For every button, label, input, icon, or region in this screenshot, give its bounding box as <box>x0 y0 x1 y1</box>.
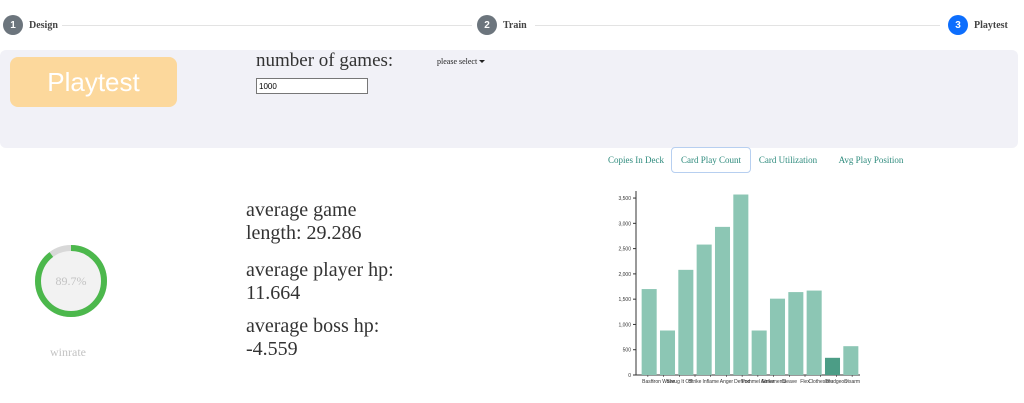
step-number: 3 <box>948 15 968 35</box>
stat-value: length: 29.286 <box>246 222 362 244</box>
bar <box>824 357 841 375</box>
y-tick-label: 0 <box>628 373 631 379</box>
bar <box>678 269 694 375</box>
y-tick-label: 1,000 <box>618 322 631 328</box>
bar <box>843 346 859 375</box>
x-tick-label: Anger <box>720 379 734 385</box>
y-tick-label: 3,500 <box>618 196 631 202</box>
step-train[interactable]: 2 Train <box>477 15 527 35</box>
step-design[interactable]: 1 Design <box>3 15 58 35</box>
tab-card-utilization[interactable]: Card Utilization <box>756 147 820 173</box>
x-tick-label: Disarm <box>844 379 860 385</box>
y-tick-label: 3,000 <box>618 221 631 227</box>
dropdown-label: please select <box>437 57 478 66</box>
bar <box>641 289 657 375</box>
stat-label: average boss hp: <box>246 315 380 337</box>
bar <box>788 292 804 375</box>
bar <box>806 290 822 375</box>
winrate-label: winrate <box>50 345 86 359</box>
step-number: 2 <box>477 15 497 35</box>
bar <box>659 330 676 375</box>
agent-dropdown[interactable]: please select <box>437 57 486 66</box>
stat-game-length: average game length: 29.286 <box>246 199 436 245</box>
winrate-value: 89.7% <box>55 273 87 288</box>
bar <box>714 226 731 375</box>
caret-down-icon <box>479 60 486 63</box>
playtest-controls: Playtest number of games: please select <box>0 50 1018 148</box>
y-tick-label: 2,000 <box>618 272 631 278</box>
tab-avg-play-position[interactable]: Avg Play Position <box>833 147 909 173</box>
card-play-count-chart: 05001,0001,5002,0002,5003,0003,500BashIr… <box>618 191 860 385</box>
winrate-donut: 89.7% <box>33 243 109 319</box>
step-label: Train <box>503 19 527 31</box>
step-label: Playtest <box>974 19 1008 31</box>
stat-label: average player hp: <box>246 259 394 281</box>
bar <box>696 244 712 375</box>
bar <box>751 330 767 375</box>
bar <box>733 194 749 375</box>
stat-label: average game <box>246 199 357 221</box>
stat-value: 11.664 <box>246 282 301 304</box>
games-input[interactable] <box>256 78 368 94</box>
step-playtest[interactable]: 3 Playtest <box>948 15 1008 35</box>
bar <box>769 298 786 375</box>
stat-player-hp: average player hp: 11.664 <box>246 259 436 305</box>
step-connector <box>62 25 472 26</box>
stat-value: -4.559 <box>246 338 298 360</box>
x-tick-label: Strike <box>689 379 702 385</box>
tab-card-play-count[interactable]: Card Play Count <box>671 147 751 173</box>
games-label: number of games: <box>256 50 394 71</box>
step-connector <box>535 25 940 26</box>
stat-boss-hp: average boss hp: -4.559 <box>246 315 436 361</box>
step-number: 1 <box>3 15 23 35</box>
y-tick-label: 2,500 <box>618 247 631 253</box>
y-tick-label: 500 <box>623 348 632 354</box>
y-tick-label: 1,500 <box>618 297 631 303</box>
playtest-button[interactable]: Playtest <box>10 57 177 107</box>
x-tick-label: Cleave <box>781 379 797 385</box>
chart-tabs: Copies In Deck Card Play Count Card Util… <box>600 147 1020 175</box>
tab-copies-in-deck[interactable]: Copies In Deck <box>600 147 672 173</box>
x-tick-label: Inflame <box>703 379 720 385</box>
stepper: 1 Design 2 Train 3 Playtest <box>0 0 1024 50</box>
step-label: Design <box>29 19 58 31</box>
